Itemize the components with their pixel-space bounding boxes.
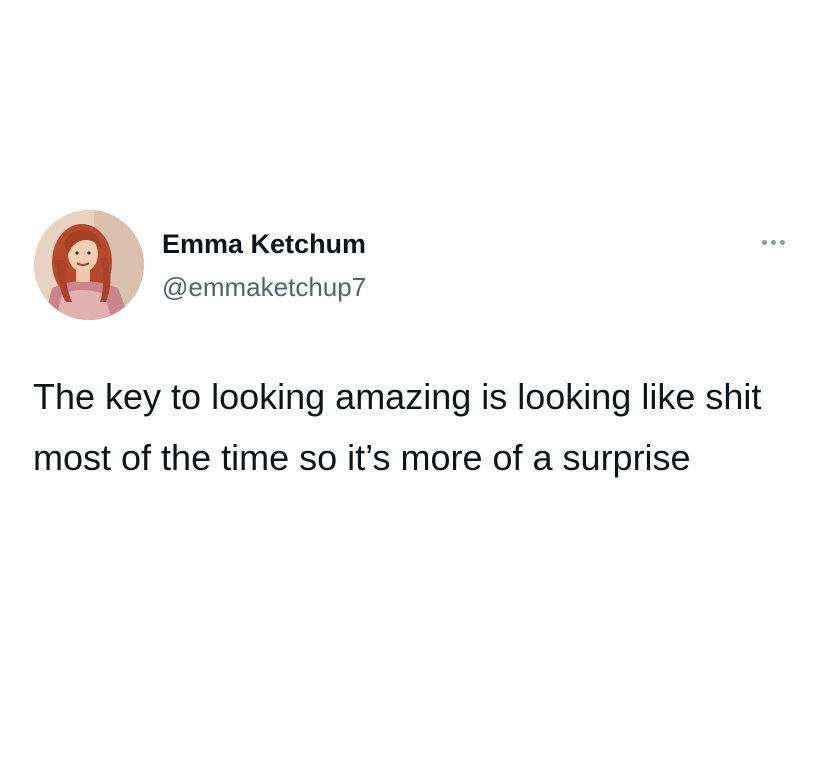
- author-handle[interactable]: @emmaketchup7: [162, 270, 366, 304]
- avatar[interactable]: [34, 210, 144, 320]
- more-options-icon[interactable]: [752, 230, 794, 254]
- more-dot: [770, 239, 776, 245]
- more-dot: [779, 239, 785, 245]
- more-dot: [761, 239, 767, 245]
- author-display-name[interactable]: Emma Ketchum: [162, 227, 366, 261]
- tweet-text: The key to looking amazing is looking li…: [33, 376, 762, 478]
- tweet-card: Emma Ketchum @emmaketchup7 The key to lo…: [0, 0, 828, 762]
- avatar-photo-icon: [34, 210, 144, 320]
